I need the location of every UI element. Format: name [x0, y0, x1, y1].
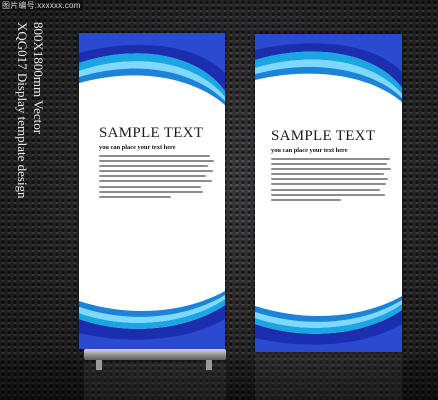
banner-subtitle: you can place your text here — [271, 147, 348, 154]
body-text-placeholder — [99, 155, 215, 198]
body-text-placeholder — [271, 158, 392, 201]
banner-title: SAMPLE TEXT — [271, 128, 376, 144]
banner-right: SAMPLE TEXT you can place your text here — [255, 34, 402, 352]
banner-title: SAMPLE TEXT — [99, 125, 204, 141]
side-caption: XQG017 Display template design 800X1800m… — [12, 22, 52, 322]
caption-line-1: XQG017 Display template design — [15, 22, 30, 199]
wave-bottom-graphic — [79, 291, 225, 349]
rollup-stand-base — [84, 349, 226, 360]
watermark: 图片编号:xxxxxx.com — [0, 0, 83, 11]
wave-bottom-graphic — [255, 296, 402, 352]
banner-copy: SAMPLE TEXT you can place your text here — [271, 128, 392, 204]
banner-subtitle: you can place your text here — [99, 144, 176, 151]
wave-top-graphic — [255, 34, 402, 102]
banner-left: SAMPLE TEXT you can place your text here — [79, 33, 225, 349]
banner-copy: SAMPLE TEXT you can place your text here — [99, 125, 215, 201]
reflection — [255, 354, 402, 400]
reflection — [84, 362, 226, 400]
wave-top-graphic — [79, 33, 225, 105]
caption-line-2: 800X1800mm Vector — [31, 22, 46, 135]
stand-foot — [96, 360, 102, 370]
stand-foot — [206, 360, 212, 370]
